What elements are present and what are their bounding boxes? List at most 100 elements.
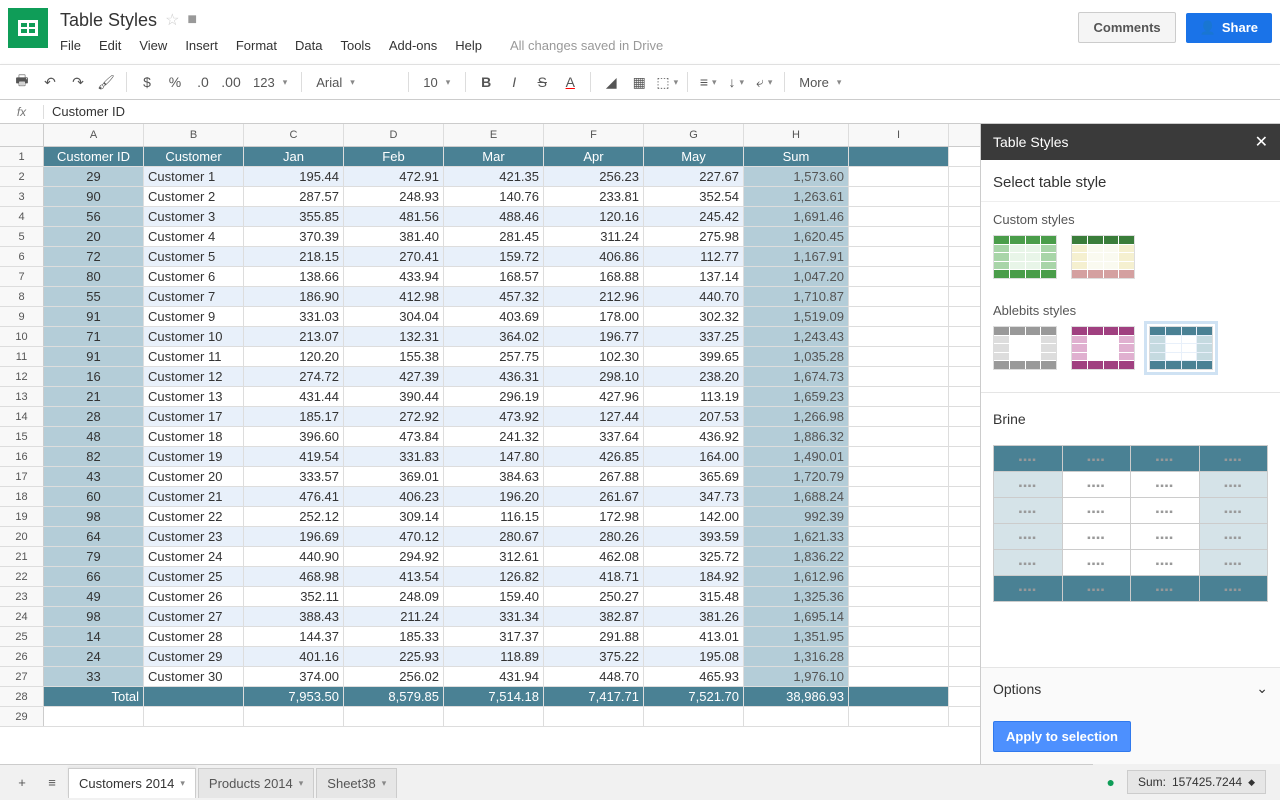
cell[interactable]: 195.44 <box>244 167 344 186</box>
cell[interactable]: 393.59 <box>644 527 744 546</box>
menu-tools[interactable]: Tools <box>340 38 370 53</box>
cell[interactable]: 1,688.24 <box>744 487 849 506</box>
redo-icon[interactable]: ↷ <box>66 70 90 94</box>
cell[interactable]: 1,325.36 <box>744 587 849 606</box>
cell[interactable]: 126.82 <box>444 567 544 586</box>
cell[interactable]: 369.01 <box>344 467 444 486</box>
row-header[interactable]: 26 <box>0 647 44 666</box>
cell[interactable]: 113.19 <box>644 387 744 406</box>
cell[interactable]: 90 <box>44 187 144 206</box>
cell[interactable]: Customer 24 <box>144 547 244 566</box>
cell[interactable]: 257.75 <box>444 347 544 366</box>
cell[interactable]: 49 <box>44 587 144 606</box>
cell[interactable]: 267.88 <box>544 467 644 486</box>
comments-button[interactable]: Comments <box>1078 12 1175 43</box>
add-sheet-icon[interactable]: + <box>8 769 36 797</box>
cell[interactable]: 195.08 <box>644 647 744 666</box>
cell[interactable]: 1,047.20 <box>744 267 849 286</box>
cell[interactable]: 331.34 <box>444 607 544 626</box>
cell[interactable]: 118.89 <box>444 647 544 666</box>
font-family-dropdown[interactable]: Arial <box>310 75 400 90</box>
row-header[interactable]: 4 <box>0 207 44 226</box>
cell[interactable]: 352.11 <box>244 587 344 606</box>
font-size-dropdown[interactable]: 10 <box>417 75 457 90</box>
cell[interactable]: 24 <box>44 647 144 666</box>
star-icon[interactable]: ☆ <box>165 10 179 30</box>
col-header-f[interactable]: F <box>544 124 644 146</box>
cell[interactable]: 1,691.46 <box>744 207 849 226</box>
cell[interactable]: 43 <box>44 467 144 486</box>
cell[interactable]: 137.14 <box>644 267 744 286</box>
row-header[interactable]: 21 <box>0 547 44 566</box>
increase-decimal-icon[interactable]: .00 <box>219 70 243 94</box>
cell[interactable]: 406.86 <box>544 247 644 266</box>
chevron-down-icon[interactable]: ▾ <box>180 778 185 789</box>
cell[interactable]: 159.72 <box>444 247 544 266</box>
cell[interactable]: 1,490.01 <box>744 447 849 466</box>
col-header-d[interactable]: D <box>344 124 444 146</box>
cell[interactable]: 112.77 <box>644 247 744 266</box>
cell[interactable]: 256.23 <box>544 167 644 186</box>
cell[interactable]: 1,243.43 <box>744 327 849 346</box>
cell[interactable]: Customer 1 <box>144 167 244 186</box>
row-header[interactable]: 23 <box>0 587 44 606</box>
cell[interactable]: 178.00 <box>544 307 644 326</box>
close-icon[interactable]: ✕ <box>1255 132 1268 152</box>
text-color-icon[interactable]: A <box>558 70 582 94</box>
cell[interactable]: 80 <box>44 267 144 286</box>
cell[interactable]: 291.88 <box>544 627 644 646</box>
cell[interactable]: 184.92 <box>644 567 744 586</box>
cell[interactable]: 248.93 <box>344 187 444 206</box>
cell[interactable]: 241.32 <box>444 427 544 446</box>
cell[interactable]: 470.12 <box>344 527 444 546</box>
formula-input[interactable]: Customer ID <box>44 104 1280 119</box>
row-header[interactable]: 24 <box>0 607 44 626</box>
chevron-down-icon[interactable]: ▾ <box>299 778 304 789</box>
style-thumb-magenta[interactable] <box>1071 326 1135 370</box>
cell[interactable]: Customer <box>144 147 244 166</box>
cell[interactable]: 399.65 <box>644 347 744 366</box>
cell[interactable]: Customer 18 <box>144 427 244 446</box>
cell[interactable]: 16 <box>44 367 144 386</box>
cell[interactable]: 1,573.60 <box>744 167 849 186</box>
cell[interactable]: 102.30 <box>544 347 644 366</box>
cell[interactable]: 185.17 <box>244 407 344 426</box>
cell[interactable]: 481.56 <box>344 207 444 226</box>
fill-color-icon[interactable]: ◢ <box>599 70 623 94</box>
cell[interactable]: 296.19 <box>444 387 544 406</box>
row-header[interactable]: 20 <box>0 527 44 546</box>
cell[interactable]: 248.09 <box>344 587 444 606</box>
cell[interactable]: 227.67 <box>644 167 744 186</box>
cell[interactable]: 250.27 <box>544 587 644 606</box>
cell[interactable]: 147.80 <box>444 447 544 466</box>
cell[interactable]: 431.44 <box>244 387 344 406</box>
cell[interactable]: 1,710.87 <box>744 287 849 306</box>
cell[interactable]: 261.67 <box>544 487 644 506</box>
cell[interactable]: 20 <box>44 227 144 246</box>
cell[interactable]: 1,167.91 <box>744 247 849 266</box>
cell[interactable]: 421.35 <box>444 167 544 186</box>
cell[interactable]: 7,514.18 <box>444 687 544 706</box>
cell[interactable]: 413.01 <box>644 627 744 646</box>
cell[interactable]: 473.84 <box>344 427 444 446</box>
cell[interactable]: 8,579.85 <box>344 687 444 706</box>
cell[interactable]: 381.26 <box>644 607 744 626</box>
cell[interactable]: 275.98 <box>644 227 744 246</box>
cell[interactable]: 298.10 <box>544 367 644 386</box>
options-toggle[interactable]: Options ⌄ <box>981 667 1280 709</box>
merge-cells-icon[interactable]: ⬚ <box>655 70 679 94</box>
cell[interactable]: 7,521.70 <box>644 687 744 706</box>
cell[interactable]: Customer 28 <box>144 627 244 646</box>
cell[interactable]: Customer 6 <box>144 267 244 286</box>
cell[interactable]: 488.46 <box>444 207 544 226</box>
cell[interactable]: 91 <box>44 307 144 326</box>
cell[interactable]: 28 <box>44 407 144 426</box>
share-button[interactable]: 👤Share <box>1186 13 1272 43</box>
cell[interactable]: Customer 22 <box>144 507 244 526</box>
cell[interactable]: 347.73 <box>644 487 744 506</box>
cell[interactable]: 245.42 <box>644 207 744 226</box>
cell[interactable]: 337.64 <box>544 427 644 446</box>
sheet-tab-sheet38[interactable]: Sheet38▾ <box>316 768 397 798</box>
row-header[interactable]: 5 <box>0 227 44 246</box>
cell[interactable]: 21 <box>44 387 144 406</box>
